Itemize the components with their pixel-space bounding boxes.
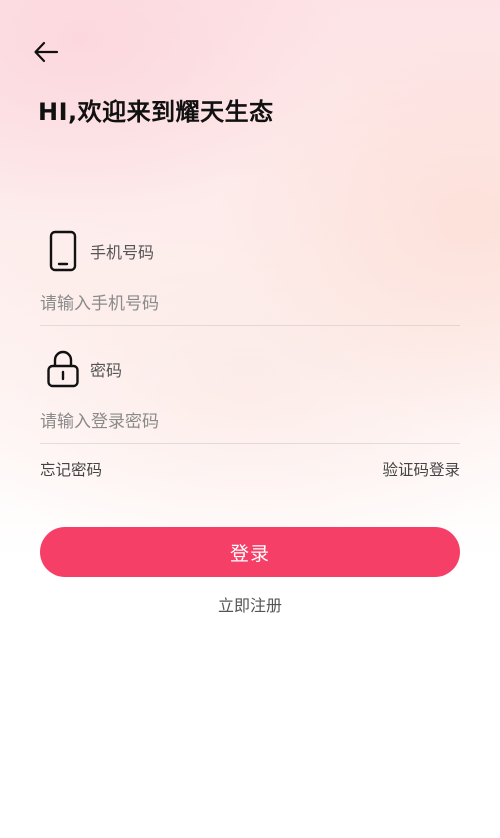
arrow-left-icon	[34, 41, 59, 63]
code-login-link[interactable]: 验证码登录	[382, 458, 460, 480]
phone-input[interactable]	[40, 284, 460, 324]
register-link[interactable]: 立即注册	[0, 592, 500, 616]
register-link-label: 立即注册	[217, 596, 282, 615]
phone-field-header: 手机号码	[46, 228, 154, 274]
lock-icon	[46, 346, 80, 392]
password-field-header: 密码	[46, 346, 122, 392]
page-title: HI,欢迎来到耀天生态	[38, 98, 274, 126]
phone-divider	[40, 325, 460, 326]
password-divider	[40, 443, 460, 444]
login-button[interactable]: 登录	[40, 527, 460, 577]
forgot-password-link[interactable]: 忘记密码	[40, 458, 102, 480]
mobile-phone-icon	[46, 228, 80, 274]
password-label: 密码	[90, 361, 123, 380]
back-button[interactable]	[24, 30, 68, 74]
phone-label: 手机号码	[90, 243, 155, 262]
password-input[interactable]	[40, 402, 460, 442]
